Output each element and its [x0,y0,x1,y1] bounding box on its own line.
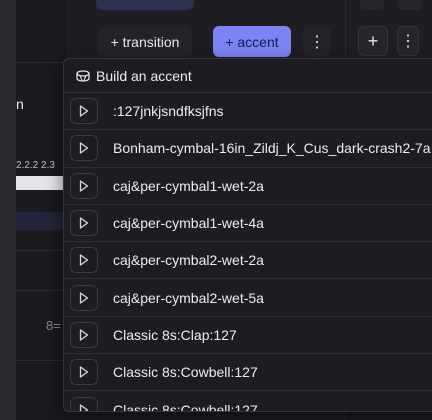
more-options-icon-2[interactable]: ⋮ [397,26,419,56]
drum-icon [76,69,94,82]
menu-header-label: Build an accent [96,67,192,84]
menu-item[interactable]: caj&per-cymbal2-wet-2a [64,242,432,280]
drag-handle-icon[interactable]: 8= [46,318,61,333]
menu-item-label: caj&per-cymbal1-wet-2a [113,177,264,194]
play-icon[interactable] [70,247,98,274]
menu-item[interactable]: Classic 8s:Clap:127 [64,317,432,355]
top-square-button[interactable] [360,0,384,10]
menu-item-label: Bonham-cymbal-16in_Zildj_K_Cus_dark-cras… [113,140,431,157]
menu-item-label: :127jnkjsndfksjfns [113,103,224,120]
play-icon[interactable] [70,98,98,125]
timeline-scrubber[interactable] [16,176,66,190]
accent-dropdown-menu: Build an accent :127jnkjsndfksjfns Bonham… [63,58,432,412]
play-icon[interactable] [70,396,98,411]
add-button[interactable]: + [358,26,388,56]
timeline-ruler: 2.2.2 2.3 [16,160,55,171]
play-icon[interactable] [70,135,98,162]
menu-item-label: caj&per-cymbal2-wet-5a [113,289,264,306]
menu-header: Build an accent [64,59,432,93]
menu-item[interactable]: caj&per-cymbal1-wet-4a [64,205,432,243]
selection-band [16,212,66,230]
menu-item[interactable]: Classic 8s:Cowbell:127 [64,391,432,412]
play-icon[interactable] [70,172,98,199]
add-accent-button[interactable]: + accent [213,26,291,57]
top-chip[interactable] [96,0,194,10]
menu-item-label: caj&per-cymbal2-wet-2a [113,252,264,269]
play-icon[interactable] [70,284,98,311]
play-icon[interactable] [70,210,98,237]
play-icon[interactable] [70,321,98,348]
menu-item[interactable]: caj&per-cymbal2-wet-5a [64,279,432,317]
menu-item[interactable]: :127jnkjsndfksjfns [64,93,432,131]
menu-item-label: Classic 8s:Cowbell:127 [113,401,258,412]
menu-item[interactable]: Bonham-cymbal-16in_Zildj_K_Cus_dark-cras… [64,130,432,168]
menu-item-label: caj&per-cymbal1-wet-4a [113,215,264,232]
play-icon[interactable] [70,359,98,386]
add-transition-button[interactable]: + transition [98,27,192,57]
grid-line [16,360,66,361]
track-name-fragment: n [16,96,24,112]
top-square-button-2[interactable] [398,0,422,10]
menu-item-label: Classic 8s:Clap:127 [113,326,237,343]
track-column [16,0,66,420]
menu-item-label: Classic 8s:Cowbell:127 [113,364,258,381]
menu-item[interactable]: Classic 8s:Cowbell:127 [64,354,432,392]
menu-item[interactable]: caj&per-cymbal1-wet-2a [64,168,432,205]
grid-line [16,250,66,251]
grid-line [16,290,66,291]
more-options-icon[interactable]: ⋮ [303,27,331,57]
